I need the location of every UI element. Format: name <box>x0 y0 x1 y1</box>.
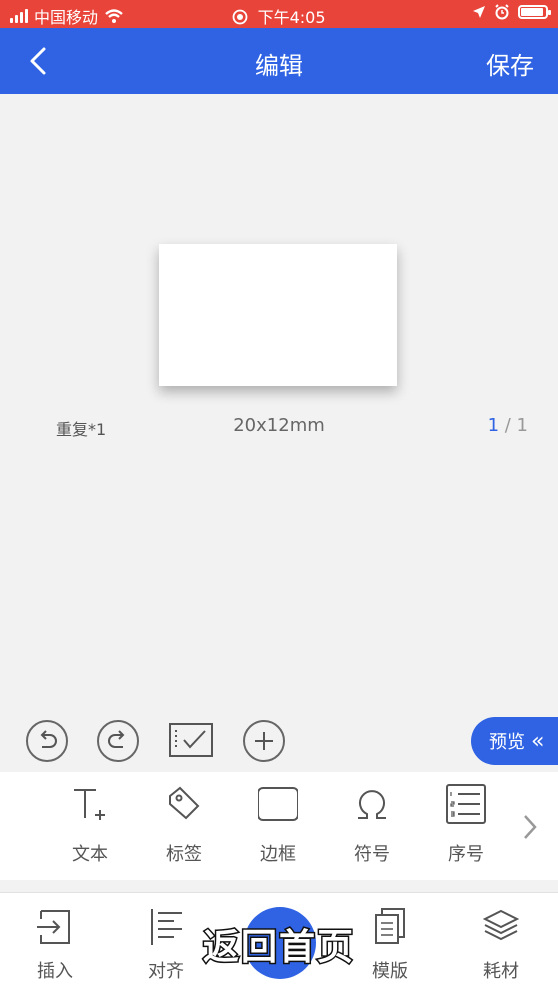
label-size: 20x12mm <box>233 415 325 436</box>
label-canvas[interactable] <box>159 244 397 386</box>
battery-icon <box>518 5 551 19</box>
template-icon <box>375 908 405 944</box>
undo-button[interactable] <box>26 720 68 762</box>
multi-select-icon[interactable] <box>168 720 214 760</box>
nav-bar: 编辑 保存 <box>0 28 558 94</box>
tab-label: 耗材 <box>483 961 519 982</box>
double-chevron-left-icon: « <box>531 728 545 754</box>
tool-text[interactable]: 文本 <box>50 772 130 880</box>
add-button[interactable] <box>243 720 285 762</box>
preview-label: 预览 <box>489 732 525 753</box>
tab-label: 对齐 <box>148 961 184 982</box>
page-separator: / <box>499 415 517 436</box>
preview-button[interactable]: 预览 « <box>471 717 558 765</box>
save-button[interactable]: 保存 <box>486 46 534 81</box>
tab-template[interactable]: 模版 <box>350 893 430 992</box>
tab-insert[interactable]: 插入 <box>15 893 95 992</box>
border-icon <box>258 787 298 821</box>
tool-label: 边框 <box>260 844 296 865</box>
tab-align[interactable]: 对齐 <box>126 893 206 992</box>
status-right <box>472 4 551 20</box>
back-home-caption[interactable]: 返回首页 <box>198 924 360 972</box>
omega-icon <box>358 790 386 819</box>
location-icon <box>473 6 485 18</box>
redo-button[interactable] <box>97 720 139 762</box>
tool-label: 序号 <box>448 844 484 865</box>
page-total: 1 <box>516 415 528 436</box>
consumables-icon <box>483 909 519 941</box>
tag-icon <box>169 786 200 820</box>
tab-label: 插入 <box>37 961 73 982</box>
tool-label: 文本 <box>72 844 108 865</box>
undo-icon <box>40 730 57 748</box>
text-icon <box>74 789 105 820</box>
tool-bar: 文本 标签 边框 符号 序号 <box>0 772 558 880</box>
status-time: 下午4:05 <box>257 8 326 27</box>
tab-consumables[interactable]: 耗材 <box>461 893 541 992</box>
tool-serial[interactable]: 序号 <box>426 772 506 880</box>
battery-level <box>521 8 543 16</box>
tool-symbol[interactable]: 符号 <box>332 772 412 880</box>
status-bar: 中国移动 下午4:05 <box>0 0 558 28</box>
recording-icon <box>233 9 248 25</box>
tool-label: 标签 <box>166 844 202 865</box>
insert-icon <box>37 910 70 944</box>
page-current: 1 <box>487 415 500 436</box>
tool-tag[interactable]: 标签 <box>144 772 224 880</box>
page-indicator: 1 / 1 <box>488 415 528 436</box>
plus-icon <box>255 732 273 750</box>
tool-label: 符号 <box>354 844 390 865</box>
page-title: 编辑 <box>255 52 303 80</box>
chevron-right-icon[interactable] <box>520 812 540 842</box>
tool-border[interactable]: 边框 <box>238 772 318 880</box>
numbered-list-icon <box>446 784 486 824</box>
tab-label: 模版 <box>372 961 408 982</box>
align-icon <box>151 909 182 945</box>
alarm-icon <box>495 4 509 20</box>
redo-icon <box>108 730 125 748</box>
